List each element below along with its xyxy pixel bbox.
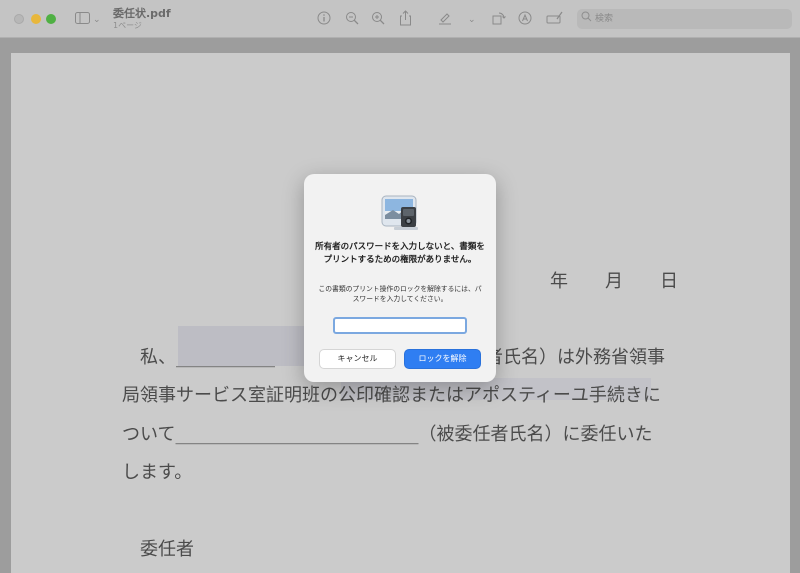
chevron-down-icon[interactable]: ⌄ xyxy=(93,13,101,27)
unlock-button[interactable]: ロックを解除 xyxy=(404,349,481,369)
window-title: 委任状.pdf xyxy=(113,7,171,20)
body-line-3: ついて___________________________（被委任者氏名）に委… xyxy=(122,424,653,445)
body-line-1-end: 者氏名）は外務省領事 xyxy=(485,347,665,368)
delegator-label: 委任者 xyxy=(140,539,194,560)
markup-icon[interactable] xyxy=(518,11,532,29)
share-icon[interactable] xyxy=(399,10,412,30)
info-icon[interactable] xyxy=(317,11,331,29)
highlight-pen-icon[interactable] xyxy=(438,11,452,29)
fullscreen-window-button[interactable] xyxy=(46,14,56,24)
form-fill-icon[interactable] xyxy=(546,10,564,29)
window-title-block: 委任状.pdf 1ページ xyxy=(113,7,171,31)
date-year-label: 年 xyxy=(550,271,568,292)
minimize-window-button[interactable] xyxy=(31,14,41,24)
password-field[interactable] xyxy=(333,317,467,334)
password-dialog: 所有者のパスワードを入力しないと、書類をプリントするための権限がありません。 こ… xyxy=(304,174,496,382)
search-icon xyxy=(581,11,592,25)
rotate-icon[interactable] xyxy=(492,11,506,29)
chevron-down-icon[interactable]: ⌄ xyxy=(468,13,476,27)
zoom-in-icon[interactable] xyxy=(371,11,385,29)
body-line-4: します。 xyxy=(122,462,193,483)
window-subtitle: 1ページ xyxy=(113,21,142,30)
body-line-2: 局領事サービス室証明班の公印確認またはアポスティーユ手続きに xyxy=(122,385,661,406)
sidebar-icon[interactable] xyxy=(75,12,90,28)
search-box[interactable] xyxy=(577,9,792,29)
body-line-1-start: 私、___________ xyxy=(140,347,275,368)
dialog-message: この書類のプリント操作のロックを解除するには、パスワードを入力してください。 xyxy=(318,285,482,303)
date-day-label: 日 xyxy=(660,271,678,292)
toolbar: ⌄ 委任状.pdf 1ページ ⌄ xyxy=(0,0,800,38)
dialog-title: 所有者のパスワードを入力しないと、書類をプリントするための権限がありません。 xyxy=(315,242,485,265)
zoom-out-icon[interactable] xyxy=(345,11,359,29)
cancel-button[interactable]: キャンセル xyxy=(319,349,396,369)
search-input[interactable] xyxy=(595,11,775,27)
preview-app-icon xyxy=(380,193,420,233)
close-window-button[interactable] xyxy=(14,14,24,24)
date-month-label: 月 xyxy=(605,271,623,292)
